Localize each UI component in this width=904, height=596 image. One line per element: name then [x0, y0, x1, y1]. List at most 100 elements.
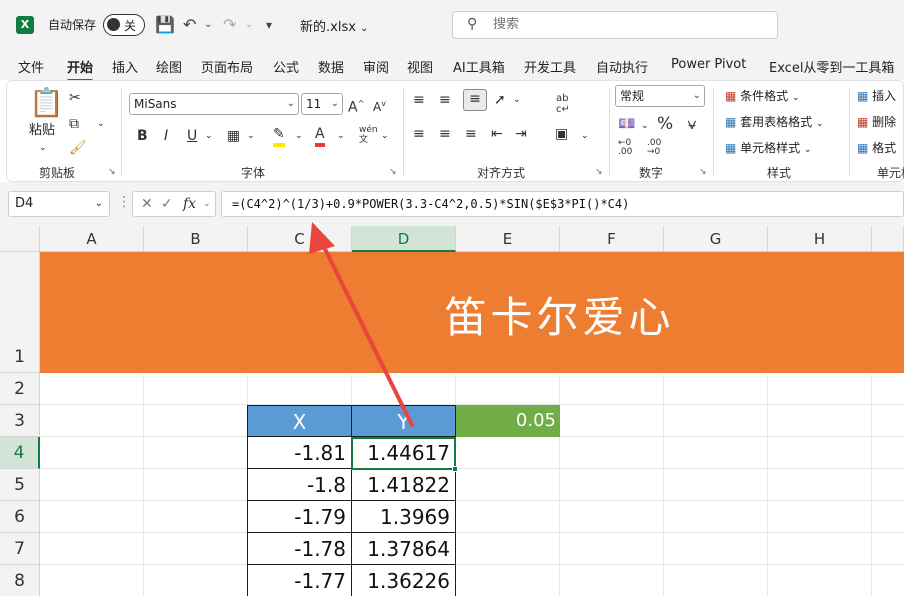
comma-style-icon[interactable]: ⍱: [687, 115, 697, 133]
tab-view[interactable]: 视图: [407, 57, 433, 76]
tab-ai-toolbox[interactable]: AI工具箱: [453, 57, 505, 76]
column-header-selected[interactable]: D: [352, 226, 456, 252]
column-header[interactable]: H: [768, 226, 872, 252]
italic-icon[interactable]: I: [164, 127, 168, 145]
parameter-cell[interactable]: 0.05: [456, 405, 560, 437]
align-middle-icon[interactable]: ≡: [439, 91, 451, 109]
y-value-cell[interactable]: 1.41822: [351, 469, 456, 501]
insert-cells-button[interactable]: ▦ 插入: [857, 87, 896, 105]
search-input[interactable]: [493, 17, 763, 32]
tab-automate[interactable]: 自动执行: [596, 57, 648, 76]
currency-icon[interactable]: 💷: [618, 115, 635, 133]
column-header[interactable]: F: [560, 226, 664, 252]
chevron-down-icon[interactable]: ⌄: [39, 139, 47, 157]
x-value-cell[interactable]: -1.8: [247, 469, 352, 501]
row-header[interactable]: 8: [0, 565, 40, 596]
column-header[interactable]: [872, 226, 904, 252]
chevron-down-icon[interactable]: ⌄: [641, 117, 649, 135]
confirm-icon[interactable]: ✓: [161, 192, 173, 216]
chevron-down-icon[interactable]: ⌄: [205, 127, 213, 145]
column-header[interactable]: E: [456, 226, 560, 252]
tab-developer[interactable]: 开发工具: [524, 57, 576, 76]
phonetic-icon[interactable]: wén 文: [359, 125, 378, 145]
font-color-icon[interactable]: A: [315, 125, 325, 147]
border-icon[interactable]: ▦: [227, 127, 240, 145]
redo-dropdown-icon[interactable]: ⌄: [245, 13, 253, 37]
cut-icon[interactable]: ✂: [69, 89, 81, 107]
format-cells-button[interactable]: ▦ 格式: [857, 139, 896, 157]
chevron-down-icon[interactable]: ⌄: [97, 115, 105, 133]
header-cell-x[interactable]: X: [247, 405, 352, 437]
row-header[interactable]: 7: [0, 533, 40, 565]
decrease-decimal-icon[interactable]: .00 →0: [647, 139, 661, 157]
row-header-selected[interactable]: 4: [0, 437, 40, 469]
row-header[interactable]: 1: [0, 252, 40, 373]
y-value-cell[interactable]: 1.44617: [351, 437, 456, 469]
fill-color-icon[interactable]: ✎: [273, 125, 285, 147]
save-icon[interactable]: 💾: [155, 13, 175, 37]
search-box[interactable]: ⚲: [452, 11, 778, 39]
tab-insert[interactable]: 插入: [112, 57, 138, 76]
column-header[interactable]: G: [664, 226, 768, 252]
tab-draw[interactable]: 绘图: [156, 57, 182, 76]
y-value-cell[interactable]: 1.3969: [351, 501, 456, 533]
percent-icon[interactable]: %: [657, 115, 673, 133]
more-options-icon[interactable]: ⋮: [117, 194, 131, 210]
bold-icon[interactable]: B: [137, 127, 148, 145]
format-as-table-button[interactable]: ▦ 套用表格格式 ⌄: [725, 113, 824, 133]
chevron-down-icon[interactable]: ⌄: [203, 192, 211, 216]
delete-cells-button[interactable]: ▦ 删除: [857, 113, 896, 131]
orientation-icon[interactable]: ➚: [494, 91, 506, 109]
paste-icon[interactable]: 📋: [29, 87, 64, 119]
column-header[interactable]: A: [40, 226, 144, 252]
x-value-cell[interactable]: -1.78: [247, 533, 352, 565]
align-bottom-icon[interactable]: ≡: [463, 89, 487, 111]
undo-dropdown-icon[interactable]: ⌄: [204, 13, 212, 37]
tab-excel-toolbox[interactable]: Excel从零到一工具箱: [769, 57, 894, 76]
undo-icon[interactable]: ↶: [183, 13, 196, 37]
chevron-down-icon[interactable]: ⌄: [295, 127, 303, 145]
row-header[interactable]: 5: [0, 469, 40, 501]
row-header[interactable]: 6: [0, 501, 40, 533]
y-value-cell[interactable]: 1.37864: [351, 533, 456, 565]
tab-page-layout[interactable]: 页面布局: [201, 57, 253, 76]
font-size-select[interactable]: 11 ⌄: [301, 93, 343, 115]
file-name[interactable]: 新的.xlsx ⌄: [300, 16, 368, 35]
font-launcher-icon[interactable]: ↘: [389, 167, 397, 177]
title-banner-cell[interactable]: 笛卡尔爱心: [40, 252, 904, 373]
number-launcher-icon[interactable]: ↘: [699, 167, 707, 177]
merge-center-icon[interactable]: ▣: [555, 125, 568, 143]
x-value-cell[interactable]: -1.77: [247, 565, 352, 596]
formula-input[interactable]: =(C4^2)^(1/3)+0.9*POWER(3.3-C4^2,0.5)*SI…: [221, 191, 904, 217]
decrease-indent-icon[interactable]: ⇤: [491, 125, 503, 143]
underline-icon[interactable]: U: [187, 127, 197, 145]
row-header[interactable]: 2: [0, 373, 40, 405]
clipboard-launcher-icon[interactable]: ↘: [108, 167, 116, 177]
format-painter-icon[interactable]: 🖌: [69, 139, 87, 157]
insert-function-icon[interactable]: fx: [183, 192, 196, 216]
conditional-format-button[interactable]: ▦ 条件格式 ⌄: [725, 87, 800, 107]
chevron-down-icon[interactable]: ⌄: [513, 91, 521, 109]
name-box[interactable]: D4 ⌄: [8, 191, 110, 217]
tab-power-pivot[interactable]: Power Pivot: [671, 57, 746, 72]
increase-decimal-icon[interactable]: ←0.00: [618, 139, 632, 157]
autosave-toggle[interactable]: 关: [103, 14, 145, 36]
font-name-select[interactable]: MiSans ⌄: [129, 93, 299, 115]
number-format-select[interactable]: 常规 ⌄: [615, 85, 705, 107]
align-left-icon[interactable]: ≡: [413, 125, 425, 143]
header-cell-y[interactable]: Y: [351, 405, 456, 437]
increase-indent-icon[interactable]: ⇥: [515, 125, 527, 143]
paste-label[interactable]: 粘贴: [29, 122, 55, 140]
tab-file[interactable]: 文件: [18, 57, 44, 76]
cancel-icon[interactable]: ✕: [141, 192, 153, 216]
chevron-down-icon[interactable]: ⌄: [581, 127, 589, 145]
copy-icon[interactable]: ⧉: [69, 115, 79, 133]
customize-qat-icon[interactable]: ▾: [266, 13, 272, 37]
tab-data[interactable]: 数据: [318, 57, 344, 76]
decrease-font-icon[interactable]: Av: [373, 95, 386, 116]
redo-icon[interactable]: ↷: [223, 13, 236, 37]
column-header[interactable]: C: [248, 226, 352, 252]
increase-font-icon[interactable]: A^: [348, 95, 364, 117]
chevron-down-icon[interactable]: ⌄: [381, 127, 389, 145]
fill-handle[interactable]: [452, 466, 458, 472]
